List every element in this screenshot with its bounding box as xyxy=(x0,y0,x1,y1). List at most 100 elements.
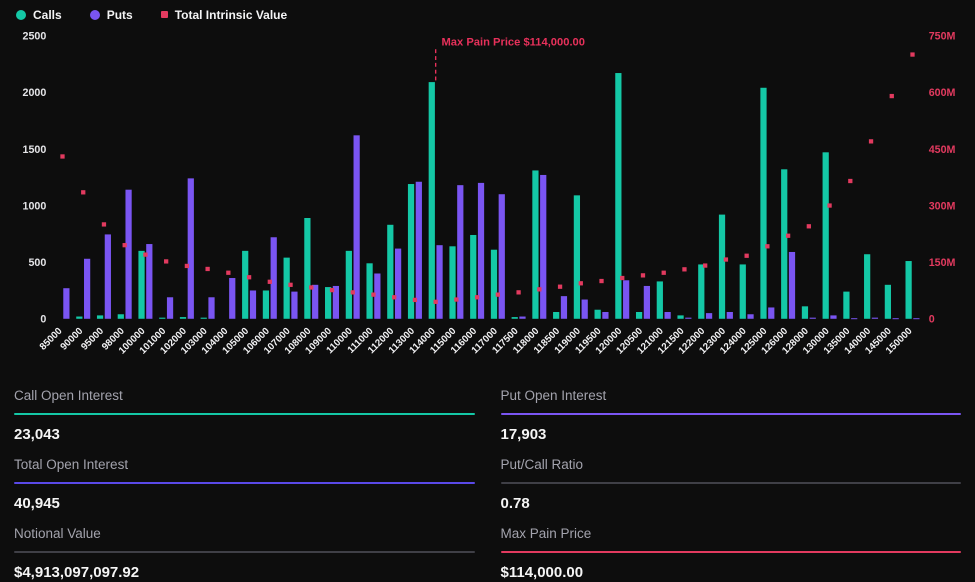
call-bar[interactable] xyxy=(885,284,891,318)
call-bar[interactable] xyxy=(201,317,207,318)
put-bar[interactable] xyxy=(664,312,670,319)
intrinsic-point[interactable] xyxy=(703,263,707,267)
put-bar[interactable] xyxy=(789,251,795,318)
intrinsic-point[interactable] xyxy=(185,263,189,267)
intrinsic-point[interactable] xyxy=(123,243,127,247)
intrinsic-point[interactable] xyxy=(392,295,396,299)
intrinsic-point[interactable] xyxy=(226,270,230,274)
put-bar[interactable] xyxy=(540,174,546,318)
put-bar[interactable] xyxy=(768,307,774,318)
put-bar[interactable] xyxy=(706,313,712,319)
options-chart[interactable]: 050010001500200025000150M300M450M600M750… xyxy=(0,24,975,365)
call-bar[interactable] xyxy=(387,224,393,318)
put-bar[interactable] xyxy=(125,189,131,318)
intrinsic-point[interactable] xyxy=(164,259,168,263)
intrinsic-point[interactable] xyxy=(579,281,583,285)
call-bar[interactable] xyxy=(802,306,808,318)
call-bar[interactable] xyxy=(180,317,186,319)
put-bar[interactable] xyxy=(105,234,111,318)
put-bar[interactable] xyxy=(623,280,629,319)
put-bar[interactable] xyxy=(229,278,235,319)
intrinsic-point[interactable] xyxy=(910,52,914,56)
intrinsic-point[interactable] xyxy=(807,224,811,228)
put-bar[interactable] xyxy=(602,312,608,319)
call-bar[interactable] xyxy=(346,250,352,318)
call-bar[interactable] xyxy=(657,281,663,318)
call-bar[interactable] xyxy=(574,195,580,318)
call-bar[interactable] xyxy=(553,312,559,319)
call-bar[interactable] xyxy=(470,235,476,319)
put-bar[interactable] xyxy=(872,317,878,318)
intrinsic-point[interactable] xyxy=(516,290,520,294)
call-bar[interactable] xyxy=(532,170,538,318)
intrinsic-point[interactable] xyxy=(786,233,790,237)
intrinsic-point[interactable] xyxy=(454,297,458,301)
call-bar[interactable] xyxy=(781,169,787,318)
call-bar[interactable] xyxy=(449,246,455,318)
intrinsic-point[interactable] xyxy=(81,190,85,194)
call-bar[interactable] xyxy=(304,218,310,319)
intrinsic-point[interactable] xyxy=(247,275,251,279)
call-bar[interactable] xyxy=(760,87,766,318)
call-bar[interactable] xyxy=(843,291,849,318)
put-bar[interactable] xyxy=(561,296,567,319)
intrinsic-point[interactable] xyxy=(143,252,147,256)
put-bar[interactable] xyxy=(747,314,753,319)
put-bar[interactable] xyxy=(851,318,857,319)
put-bar[interactable] xyxy=(188,178,194,318)
intrinsic-point[interactable] xyxy=(641,273,645,277)
call-bar[interactable] xyxy=(263,290,269,318)
intrinsic-point[interactable] xyxy=(413,297,417,301)
intrinsic-point[interactable] xyxy=(351,290,355,294)
intrinsic-point[interactable] xyxy=(288,282,292,286)
legend-item-intrinsic[interactable]: Total Intrinsic Value xyxy=(161,8,287,22)
intrinsic-point[interactable] xyxy=(765,244,769,248)
intrinsic-point[interactable] xyxy=(724,257,728,261)
intrinsic-point[interactable] xyxy=(869,139,873,143)
put-bar[interactable] xyxy=(167,297,173,319)
call-bar[interactable] xyxy=(823,152,829,318)
call-bar[interactable] xyxy=(284,257,290,318)
calls-bars[interactable] xyxy=(76,73,911,319)
put-bar[interactable] xyxy=(685,317,691,318)
put-bar[interactable] xyxy=(893,318,899,319)
call-bar[interactable] xyxy=(242,250,248,318)
call-bar[interactable] xyxy=(864,254,870,319)
put-bar[interactable] xyxy=(830,315,836,318)
intrinsic-point[interactable] xyxy=(60,154,64,158)
intrinsic-point[interactable] xyxy=(268,279,272,283)
intrinsic-point[interactable] xyxy=(102,222,106,226)
put-bar[interactable] xyxy=(84,258,90,318)
put-bar[interactable] xyxy=(644,285,650,318)
call-bar[interactable] xyxy=(159,317,165,318)
call-bar[interactable] xyxy=(615,73,621,319)
put-bar[interactable] xyxy=(913,318,919,319)
call-bar[interactable] xyxy=(76,316,82,318)
intrinsic-point[interactable] xyxy=(537,287,541,291)
put-bar[interactable] xyxy=(499,194,505,319)
put-bar[interactable] xyxy=(810,317,816,318)
call-bar[interactable] xyxy=(429,82,435,319)
intrinsic-point[interactable] xyxy=(371,292,375,296)
intrinsic-point[interactable] xyxy=(496,292,500,296)
call-bar[interactable] xyxy=(366,263,372,318)
put-bar[interactable] xyxy=(395,248,401,318)
intrinsic-point[interactable] xyxy=(309,285,313,289)
intrinsic-point[interactable] xyxy=(848,178,852,182)
intrinsic-point[interactable] xyxy=(558,284,562,288)
put-bar[interactable] xyxy=(312,284,318,318)
put-bar[interactable] xyxy=(727,312,733,319)
intrinsic-point[interactable] xyxy=(475,295,479,299)
intrinsic-point[interactable] xyxy=(620,275,624,279)
intrinsic-point[interactable] xyxy=(682,267,686,271)
put-bar[interactable] xyxy=(63,288,69,319)
call-bar[interactable] xyxy=(491,249,497,318)
put-bar[interactable] xyxy=(291,291,297,318)
call-bar[interactable] xyxy=(595,309,601,318)
legend-item-calls[interactable]: Calls xyxy=(16,8,62,22)
intrinsic-point[interactable] xyxy=(890,93,894,97)
call-bar[interactable] xyxy=(719,214,725,318)
put-bar[interactable] xyxy=(582,299,588,318)
intrinsic-point[interactable] xyxy=(662,270,666,274)
call-bar[interactable] xyxy=(97,315,103,318)
